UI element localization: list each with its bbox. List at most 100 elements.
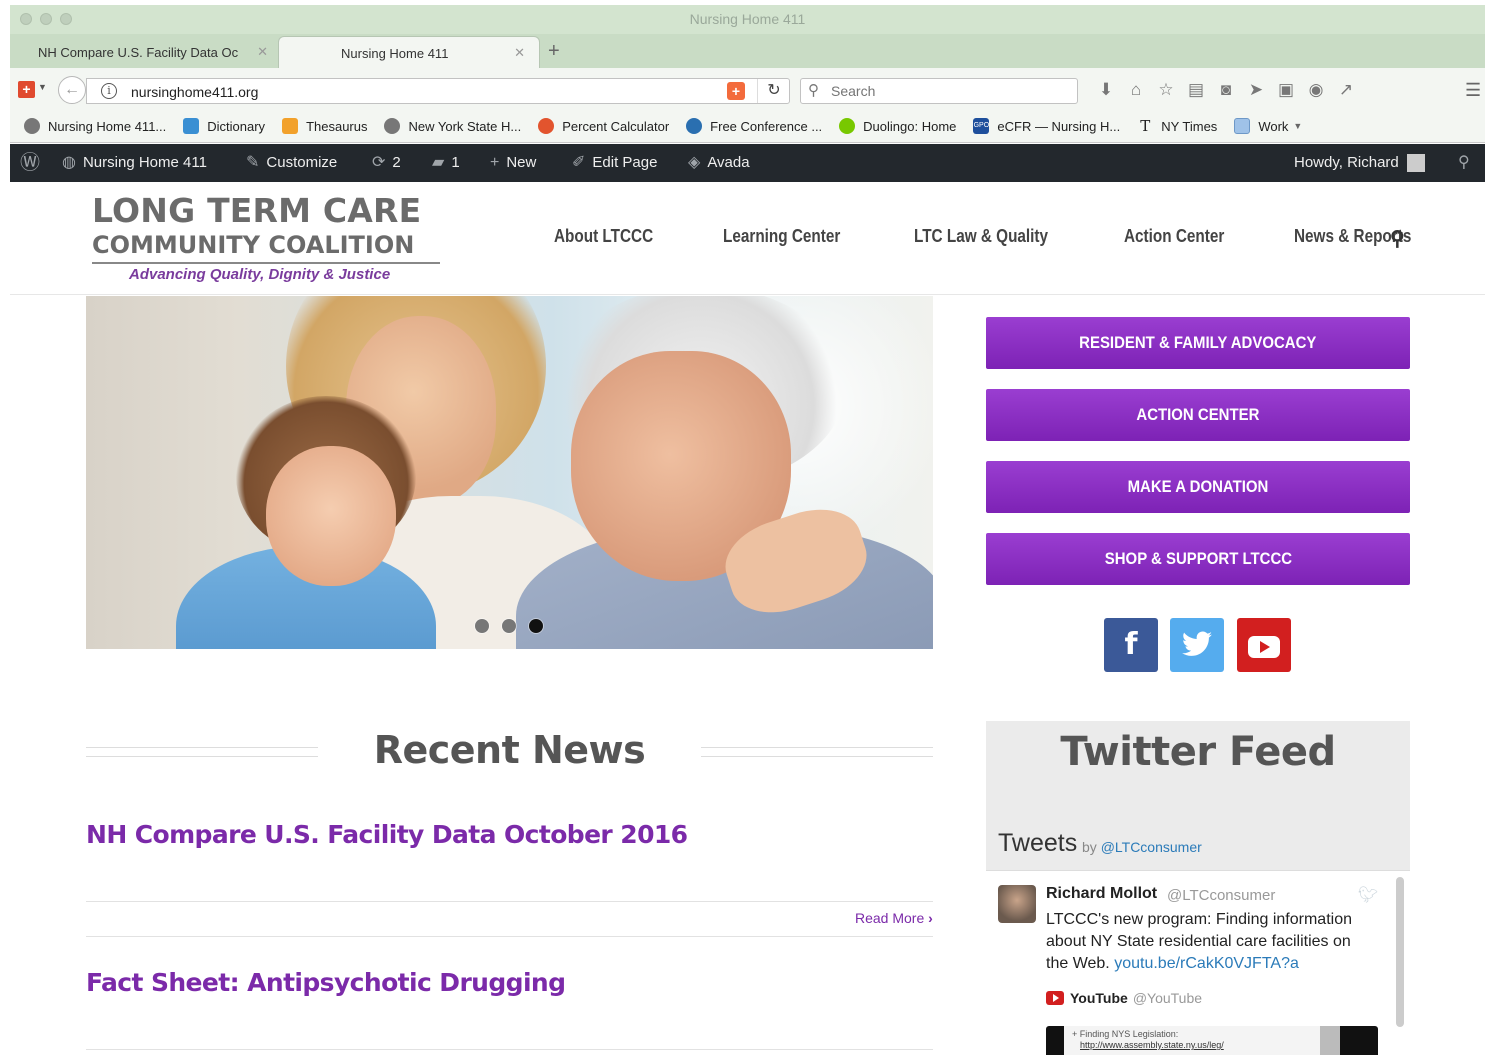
admin-site-link[interactable]: ◍ Nursing Home 411: [62, 144, 207, 182]
youtube-icon[interactable]: [1237, 618, 1291, 672]
scrollbar[interactable]: [1396, 877, 1404, 1027]
nav-ltc-law-quality[interactable]: LTC Law & Quality: [914, 226, 1048, 247]
admin-avada-link[interactable]: ◈ Avada: [688, 144, 750, 182]
hero-photo-boy-face: [266, 446, 396, 586]
hamburger-menu-icon[interactable]: ☰: [1465, 80, 1481, 101]
reload-icon[interactable]: ↻: [757, 79, 790, 103]
addon-share-icon[interactable]: +: [727, 82, 745, 100]
twitter-feed: Twitter Feed Tweets by @LTCconsumer Rich…: [986, 721, 1410, 1055]
dashboard-icon: ◍: [62, 154, 76, 171]
admin-customize-link[interactable]: ✎ Customize: [246, 144, 337, 182]
divider: [86, 936, 933, 937]
extension-icon[interactable]: ◉: [1304, 78, 1328, 102]
reading-list-icon[interactable]: ▤: [1184, 78, 1208, 102]
bookmark-item[interactable]: Free Conference ...: [686, 118, 822, 134]
addon-icon[interactable]: +: [18, 81, 35, 98]
close-icon[interactable]: ✕: [257, 44, 268, 60]
avatar[interactable]: [998, 885, 1036, 923]
site-header: LONG TERM CARE COMMUNITY COALITION Advan…: [10, 182, 1485, 295]
chevron-down-icon[interactable]: ▼: [38, 82, 47, 92]
download-icon[interactable]: ⬇: [1094, 78, 1118, 102]
url-text[interactable]: nursinghome411.org: [131, 84, 258, 100]
admin-new-link[interactable]: + New: [490, 144, 536, 182]
slider-dot-2[interactable]: [502, 619, 516, 633]
tab-label: Nursing Home 411: [341, 46, 449, 61]
video-embed[interactable]: + Finding NYS Legislation: http://www.as…: [1046, 1026, 1378, 1055]
main-nav: About LTCCC Learning Center LTC Law & Qu…: [554, 226, 1432, 247]
admin-account-link[interactable]: Howdy, Richard: [1294, 144, 1425, 182]
home-icon[interactable]: ⌂: [1124, 78, 1148, 102]
nav-action-center[interactable]: Action Center: [1124, 226, 1224, 247]
hero-slider[interactable]: [86, 296, 933, 649]
bookmark-item[interactable]: Thesaurus: [282, 118, 367, 134]
admin-comments-count: 1: [451, 154, 460, 171]
video-thumbnail: + Finding NYS Legislation: http://www.as…: [1064, 1026, 1320, 1055]
slider-dot-3[interactable]: [529, 619, 543, 633]
search-input[interactable]: [831, 82, 1071, 100]
bookmark-star-icon[interactable]: ☆: [1154, 78, 1178, 102]
admin-comments-link[interactable]: ▰ 1: [432, 144, 460, 182]
bookmark-label: Thesaurus: [306, 118, 368, 134]
admin-updates-link[interactable]: ⟳ 2: [372, 144, 401, 182]
avatar: [1406, 154, 1425, 172]
nav-learning-center[interactable]: Learning Center: [723, 226, 840, 247]
admin-edit-page-link[interactable]: ✐ Edit Page: [572, 144, 657, 182]
heading-divider-right: [701, 747, 933, 757]
close-icon[interactable]: ✕: [514, 45, 525, 61]
bookmark-item[interactable]: T NY Times: [1137, 118, 1217, 134]
admin-customize-label: Customize: [266, 154, 338, 171]
tab-nh-compare[interactable]: NH Compare U.S. Facility Data Oc ✕: [10, 36, 278, 68]
tweet-author-handle[interactable]: @LTCconsumer: [1167, 887, 1275, 904]
tab-nursing-home-411[interactable]: Nursing Home 411 ✕: [278, 36, 540, 68]
make-donation-button[interactable]: MAKE A DONATION: [986, 461, 1410, 513]
search-icon[interactable]: ⚲: [1390, 226, 1405, 251]
bookmark-folder-work[interactable]: Work ▼: [1234, 118, 1302, 134]
twitter-icon[interactable]: [1170, 618, 1224, 672]
card-source-handle: @YouTube: [1132, 990, 1203, 1006]
search-bar[interactable]: ⚲: [800, 78, 1078, 104]
avada-icon: ◈: [688, 154, 701, 171]
tweet-author-name[interactable]: Richard Mollot: [1046, 885, 1157, 903]
url-bar[interactable]: i nursinghome411.org + ↻: [86, 78, 790, 104]
tweets-by: by @LTCconsumer: [1082, 839, 1202, 855]
action-center-button[interactable]: ACTION CENTER: [986, 389, 1410, 441]
site-logo[interactable]: LONG TERM CARE COMMUNITY COALITION Advan…: [92, 192, 442, 283]
tweet-link[interactable]: youtu.be/rCakK0VJFTA?a: [1114, 955, 1299, 972]
send-icon[interactable]: ➤: [1244, 78, 1268, 102]
bookmark-item[interactable]: New York State H...: [384, 118, 521, 134]
search-icon: ⚲: [808, 82, 819, 99]
read-more-link[interactable]: Read More ›: [855, 910, 933, 926]
logo-tagline: Advancing Quality, Dignity & Justice: [129, 266, 391, 283]
bookmark-item[interactable]: Nursing Home 411...: [24, 118, 166, 134]
news-item-title[interactable]: Fact Sheet: Antipsychotic Drugging: [86, 968, 566, 997]
bookmark-label: Free Conference ...: [710, 118, 823, 134]
admin-updates-count: 2: [392, 154, 401, 171]
shop-support-button[interactable]: SHOP & SUPPORT LTCCC: [986, 533, 1410, 585]
pocket-icon[interactable]: ◙: [1214, 78, 1238, 102]
translate-icon[interactable]: ▣: [1274, 78, 1298, 102]
slider-dot-1[interactable]: [475, 619, 489, 633]
gpo-icon: GPO: [973, 118, 990, 134]
bookmark-item[interactable]: Percent Calculator: [538, 118, 669, 134]
wordpress-logo-icon[interactable]: Ⓦ: [20, 144, 47, 182]
tweet-card-source[interactable]: YouTube @YouTube: [1046, 990, 1202, 1006]
extension-arrow-icon[interactable]: ↗: [1334, 78, 1358, 102]
twitter-feed-heading: Twitter Feed: [1060, 729, 1336, 775]
news-item-title[interactable]: NH Compare U.S. Facility Data October 20…: [86, 820, 688, 849]
back-button[interactable]: ←: [58, 76, 86, 104]
bookmark-item[interactable]: Dictionary: [183, 118, 265, 134]
bookmark-item[interactable]: GPO eCFR — Nursing H...: [973, 118, 1120, 134]
twitter-account-link[interactable]: @LTCconsumer: [1101, 839, 1202, 855]
info-icon[interactable]: i: [101, 83, 117, 99]
toolbar-icons: ⬇ ⌂ ☆ ▤ ◙ ➤ ▣ ◉ ↗: [1094, 78, 1358, 102]
nav-about[interactable]: About LTCCC: [554, 226, 653, 247]
admin-avada-label: Avada: [707, 154, 750, 171]
facebook-icon[interactable]: f: [1104, 618, 1158, 672]
bookmark-item[interactable]: Duolingo: Home: [839, 118, 956, 134]
twitter-bird-icon[interactable]: 🐦︎: [1358, 885, 1378, 905]
admin-search-icon[interactable]: ⚲: [1458, 144, 1470, 182]
comment-icon: ▰: [432, 154, 445, 171]
resident-family-advocacy-button[interactable]: RESIDENT & FAMILY ADVOCACY: [986, 317, 1410, 369]
new-tab-button[interactable]: +: [548, 40, 560, 63]
youtube-icon: [1046, 991, 1064, 1005]
